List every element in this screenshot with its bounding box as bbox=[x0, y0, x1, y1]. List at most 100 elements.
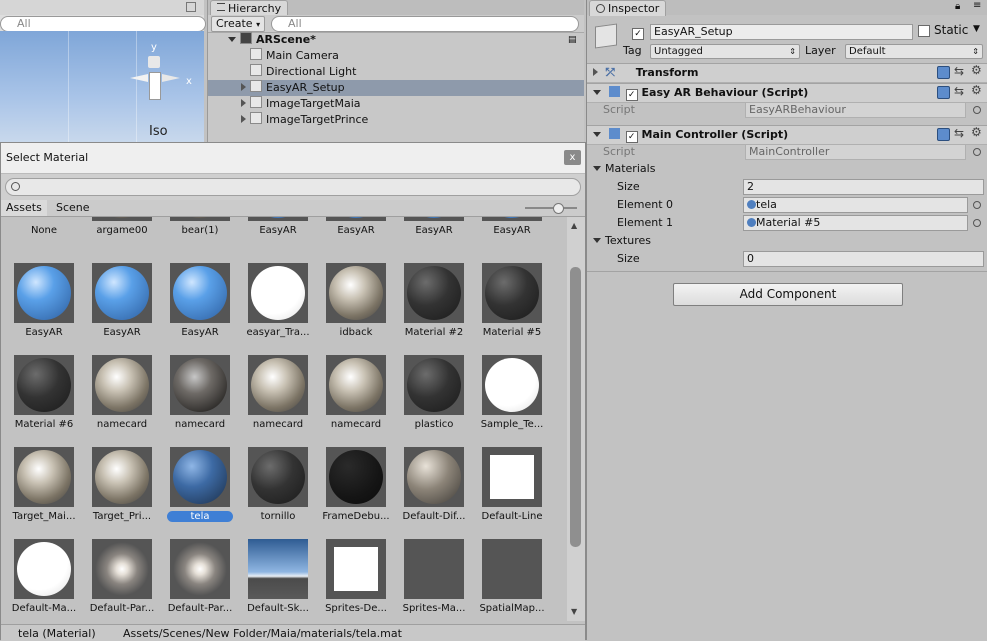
help-icon[interactable] bbox=[937, 66, 950, 79]
material-item[interactable]: Material #5 bbox=[473, 263, 551, 355]
preset-icon[interactable]: ⇆ bbox=[954, 126, 964, 140]
material-item[interactable]: bear(1) bbox=[161, 217, 239, 253]
enable-checkbox[interactable]: ✓ bbox=[625, 89, 638, 101]
material-item[interactable]: Target_Pri... bbox=[83, 447, 161, 539]
transform-component[interactable]: ⤱ Transform bbox=[587, 63, 987, 83]
gizmo-cone-icon[interactable] bbox=[148, 56, 160, 68]
material-item[interactable]: Default-Par... bbox=[83, 539, 161, 621]
zoom-slider-track[interactable] bbox=[525, 207, 577, 209]
material-search-input[interactable] bbox=[5, 178, 581, 196]
gizmo-center-icon[interactable] bbox=[149, 72, 161, 100]
chevron-down-icon[interactable] bbox=[593, 238, 601, 243]
zoom-slider-handle[interactable] bbox=[553, 203, 564, 214]
material-item[interactable]: Default-Ma... bbox=[5, 539, 83, 621]
tab-hierarchy[interactable]: Hierarchy bbox=[210, 0, 289, 16]
gizmo-cone-icon[interactable] bbox=[130, 74, 148, 82]
hierarchy-item[interactable]: Directional Light bbox=[208, 64, 584, 80]
chevron-down-icon[interactable] bbox=[593, 132, 601, 137]
hierarchy-item[interactable]: Main Camera bbox=[208, 48, 584, 64]
enable-checkbox[interactable]: ✓ bbox=[625, 131, 638, 143]
material-item[interactable]: namecard bbox=[83, 355, 161, 447]
hierarchy-item[interactable]: ImageTargetPrince bbox=[208, 112, 584, 128]
material-item[interactable]: Default-Sk... bbox=[239, 539, 317, 621]
material-item[interactable]: Default-Line bbox=[473, 447, 551, 539]
material-item[interactable]: namecard bbox=[239, 355, 317, 447]
scene-row[interactable]: ARScene* ▤ bbox=[208, 32, 584, 48]
material-item[interactable]: tela bbox=[161, 447, 239, 539]
preset-icon[interactable]: ⇆ bbox=[954, 64, 964, 78]
material-item[interactable]: EasyAR bbox=[161, 263, 239, 355]
object-picker-icon[interactable] bbox=[973, 148, 981, 156]
material-item[interactable]: Sprites-Ma... bbox=[395, 539, 473, 621]
chevron-right-icon[interactable] bbox=[593, 68, 598, 76]
textures-size-field[interactable]: 0 bbox=[743, 251, 984, 267]
chevron-right-icon[interactable] bbox=[241, 83, 246, 91]
projection-label[interactable]: Iso bbox=[149, 124, 168, 139]
chevron-right-icon[interactable] bbox=[241, 115, 246, 123]
materials-foldout[interactable]: Materials bbox=[593, 162, 655, 175]
material-item[interactable]: EasyAR bbox=[473, 217, 551, 253]
active-checkbox[interactable]: ✓ bbox=[632, 25, 644, 40]
material-item[interactable]: None bbox=[5, 217, 83, 253]
material-item[interactable]: easyar_Tra... bbox=[239, 263, 317, 355]
chevron-down-icon[interactable] bbox=[228, 37, 236, 42]
hierarchy-item[interactable]: ImageTargetMaia bbox=[208, 96, 584, 112]
material-item[interactable]: EasyAR bbox=[83, 263, 161, 355]
textures-foldout[interactable]: Textures bbox=[593, 234, 651, 247]
material-item[interactable]: EasyAR bbox=[239, 217, 317, 253]
gear-icon[interactable]: ⚙ bbox=[971, 83, 982, 97]
main-controller-component[interactable]: ✓ Main Controller (Script) bbox=[587, 125, 987, 145]
material-item[interactable]: FrameDebu... bbox=[317, 447, 395, 539]
material-item[interactable]: SpatialMap... bbox=[473, 539, 551, 621]
lock-icon[interactable]: 🔒︎ bbox=[955, 1, 960, 12]
create-button[interactable]: Create ▾ bbox=[211, 16, 266, 32]
tag-dropdown[interactable]: Untagged ⇕ bbox=[650, 44, 800, 59]
tab-assets[interactable]: Assets bbox=[1, 200, 47, 216]
material-item[interactable]: Sample_Te... bbox=[473, 355, 551, 447]
material-item[interactable]: Target_Mai... bbox=[5, 447, 83, 539]
material-item[interactable]: EasyAR bbox=[5, 263, 83, 355]
object-picker-icon[interactable] bbox=[973, 106, 981, 114]
help-icon[interactable] bbox=[937, 86, 950, 99]
material-item[interactable]: Material #2 bbox=[395, 263, 473, 355]
chevron-down-icon[interactable] bbox=[593, 166, 601, 171]
layer-dropdown[interactable]: Default ⇕ bbox=[845, 44, 983, 59]
material-item[interactable]: EasyAR bbox=[395, 217, 473, 253]
gear-icon[interactable]: ⚙ bbox=[971, 125, 982, 139]
hierarchy-item[interactable]: EasyAR_Setup bbox=[208, 80, 584, 96]
scrollbar-thumb[interactable] bbox=[570, 267, 581, 547]
hierarchy-search-input[interactable]: All bbox=[271, 16, 579, 32]
gear-icon[interactable]: ⚙ bbox=[971, 63, 982, 77]
add-component-button[interactable]: Add Component bbox=[673, 283, 903, 306]
dialog-titlebar[interactable] bbox=[1, 143, 585, 174]
materials-size-field[interactable]: 2 bbox=[743, 179, 984, 195]
chevron-down-icon[interactable]: ▼ bbox=[973, 24, 980, 34]
static-checkbox[interactable] bbox=[918, 25, 930, 39]
scroll-up-icon[interactable]: ▲ bbox=[571, 221, 577, 230]
tab-inspector[interactable]: Inspector bbox=[589, 0, 667, 16]
gizmo-cone-icon[interactable] bbox=[162, 74, 180, 82]
scene-search-input[interactable]: All bbox=[0, 16, 206, 32]
close-button[interactable]: x bbox=[564, 150, 581, 165]
material-item[interactable]: namecard bbox=[317, 355, 395, 447]
material-item[interactable]: idback bbox=[317, 263, 395, 355]
menu-icon[interactable]: ≡ bbox=[973, 0, 981, 11]
scene-gizmo[interactable]: y x bbox=[124, 42, 192, 124]
material-item[interactable]: Material #6 bbox=[5, 355, 83, 447]
element0-field[interactable]: tela bbox=[743, 197, 968, 213]
material-item[interactable]: Sprites-De... bbox=[317, 539, 395, 621]
material-item[interactable]: Default-Par... bbox=[161, 539, 239, 621]
chevron-right-icon[interactable] bbox=[241, 99, 246, 107]
object-name-field[interactable]: EasyAR_Setup bbox=[650, 24, 913, 40]
material-item[interactable]: Default-Dif... bbox=[395, 447, 473, 539]
material-item[interactable]: argame00 bbox=[83, 217, 161, 253]
lock-icon[interactable] bbox=[186, 2, 196, 12]
scroll-down-icon[interactable]: ▼ bbox=[571, 607, 577, 616]
preset-icon[interactable]: ⇆ bbox=[954, 84, 964, 98]
help-icon[interactable] bbox=[937, 128, 950, 141]
tab-scene[interactable]: Scene bbox=[51, 200, 95, 216]
material-item[interactable]: namecard bbox=[161, 355, 239, 447]
object-picker-icon[interactable] bbox=[973, 219, 981, 227]
easyar-behaviour-component[interactable]: ✓ Easy AR Behaviour (Script) bbox=[587, 83, 987, 103]
element1-field[interactable]: Material #5 bbox=[743, 215, 968, 231]
